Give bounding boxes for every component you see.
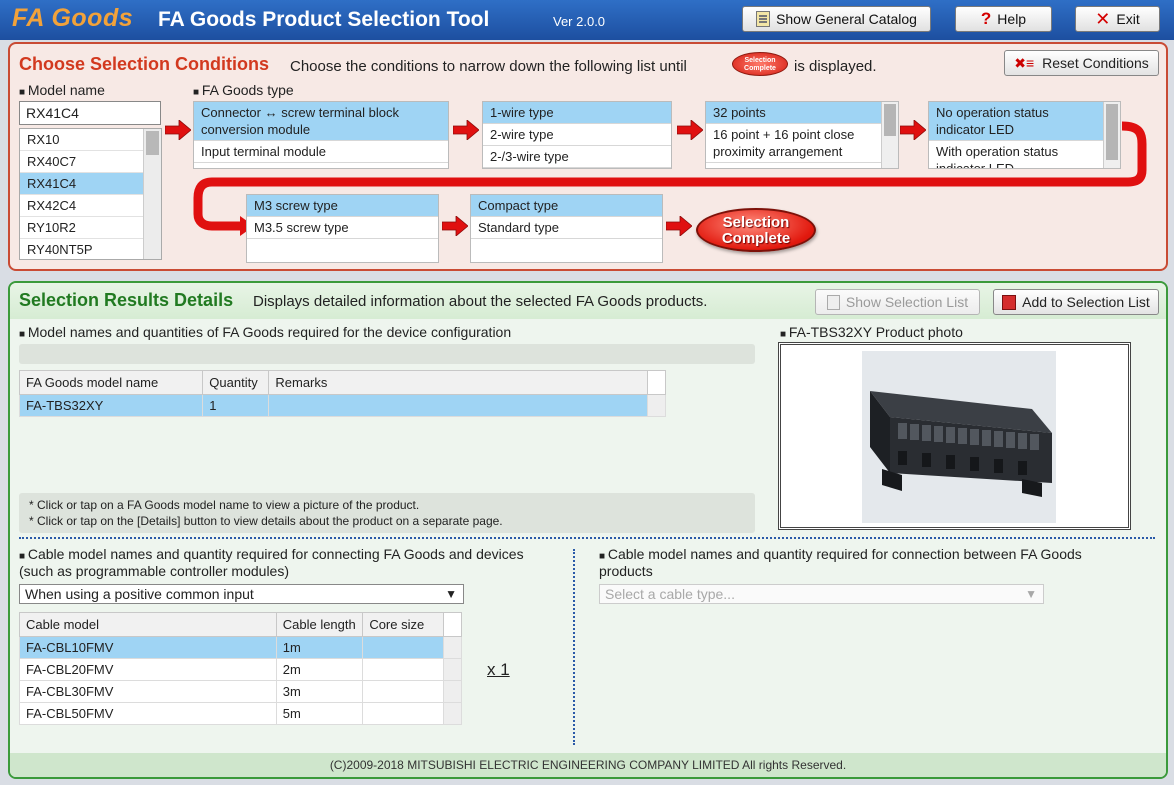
table-row[interactable]: FA-CBL50FMV 5m bbox=[19, 702, 463, 725]
list-icon bbox=[826, 294, 840, 310]
conditions-description: Choose the conditions to narrow down the… bbox=[290, 58, 687, 75]
reset-conditions-button[interactable]: ✖≡ Reset Conditions bbox=[1004, 50, 1159, 76]
selection-conditions-panel: Choose Selection Conditions Choose the c… bbox=[8, 42, 1168, 271]
results-title: Selection Results Details bbox=[19, 290, 234, 310]
column-header: Cable length bbox=[275, 612, 364, 637]
show-selection-list-button[interactable]: Show Selection List bbox=[815, 289, 980, 315]
arrow-right-icon bbox=[666, 216, 692, 236]
product-photo-label: FA-TBS32XY Product photo bbox=[780, 324, 963, 340]
option-standard[interactable]: Standard type bbox=[471, 217, 662, 239]
goods-model-cell[interactable]: FA-TBS32XY bbox=[18, 394, 204, 417]
cable-devices-label-2: (such as programmable controller modules… bbox=[19, 563, 289, 579]
results-header: Selection Results Details Displays detai… bbox=[10, 283, 1166, 319]
quantity-cell: 1 bbox=[202, 394, 270, 417]
column-header: Remarks bbox=[268, 370, 648, 395]
model-name-input[interactable]: RX41C4 bbox=[19, 101, 161, 125]
column-header: Core size bbox=[362, 612, 444, 637]
exit-label: Exit bbox=[1116, 11, 1140, 27]
table-row[interactable]: FA-CBL20FMV 2m bbox=[19, 658, 463, 681]
selection-complete-indicator: Selection Complete bbox=[696, 208, 816, 252]
model-list-scrollbar[interactable] bbox=[143, 129, 161, 259]
screw-type-list[interactable]: M3 screw type M3.5 screw type bbox=[246, 194, 439, 263]
product-photo-frame bbox=[778, 342, 1131, 530]
chevron-down-icon: ▼ bbox=[1025, 587, 1037, 601]
cable-devices-label: Cable model names and quantity required … bbox=[19, 546, 524, 562]
title-bar: FA Goods FA Goods Product Selection Tool… bbox=[0, 0, 1174, 40]
add-list-icon bbox=[1002, 294, 1017, 310]
model-name-label: Model name bbox=[19, 82, 105, 98]
app-version: Ver 2.0.0 bbox=[553, 14, 606, 29]
selection-results-panel: Selection Results Details Displays detai… bbox=[8, 281, 1168, 779]
option-compact[interactable]: Compact type bbox=[471, 195, 662, 217]
list-item[interactable]: RX42C4 bbox=[20, 195, 144, 217]
catalog-label: Show General Catalog bbox=[776, 11, 917, 27]
column-divider bbox=[573, 549, 575, 745]
question-icon: ? bbox=[980, 9, 992, 28]
between-goods-label-2: products bbox=[599, 563, 653, 579]
results-description: Displays detailed information about the … bbox=[253, 293, 708, 310]
close-icon: ✕ bbox=[1095, 8, 1111, 29]
required-goods-label: Model names and quantities of FA Goods r… bbox=[19, 324, 511, 340]
chevron-down-icon: ▼ bbox=[445, 587, 457, 601]
list-item-selected[interactable]: RX41C4 bbox=[20, 173, 144, 195]
table-row[interactable]: FA-CBL30FMV 3m bbox=[19, 680, 463, 703]
column-header: Cable model bbox=[19, 612, 277, 637]
list-item[interactable]: RY10R2 bbox=[20, 217, 144, 239]
reset-icon: ✖≡ bbox=[1014, 54, 1035, 71]
fa-goods-table: FA Goods model name Quantity Remarks FA-… bbox=[18, 370, 667, 417]
usage-notes: * Click or tap on a FA Goods model name … bbox=[19, 493, 755, 533]
column-header: Quantity bbox=[202, 370, 270, 395]
help-label: Help bbox=[997, 11, 1027, 27]
model-name-list[interactable]: RX10 RX40C7 RX41C4 RX42C4 RY10R2 RY40NT5… bbox=[19, 128, 162, 260]
section-divider bbox=[19, 537, 1155, 539]
option-m35-screw[interactable]: M3.5 screw type bbox=[247, 217, 438, 239]
reset-label: Reset Conditions bbox=[1042, 55, 1149, 71]
cable-type-select[interactable]: Select a cable type... ▼ bbox=[599, 584, 1044, 604]
between-goods-label: Cable model names and quantity required … bbox=[599, 546, 1082, 562]
cable-quantity-multiplier: x 1 bbox=[487, 660, 510, 679]
column-header: FA Goods model name bbox=[18, 370, 204, 395]
list-item[interactable]: RX10 bbox=[20, 129, 144, 151]
list-item[interactable]: RX40C7 bbox=[20, 151, 144, 173]
app-logo: FA Goods bbox=[12, 4, 134, 32]
arrow-right-icon bbox=[442, 216, 468, 236]
conditions-title: Choose Selection Conditions bbox=[19, 54, 270, 74]
table-row[interactable]: FA-TBS32XY 1 bbox=[18, 394, 667, 417]
exit-button[interactable]: ✕ Exit bbox=[1075, 6, 1160, 32]
conditions-description-end: is displayed. bbox=[794, 58, 877, 75]
cable-common-select[interactable]: When using a positive common input ▼ bbox=[19, 584, 464, 604]
add-to-selection-list-button[interactable]: Add to Selection List bbox=[993, 289, 1159, 315]
help-button[interactable]: ? Help bbox=[955, 6, 1052, 32]
copyright-footer: (C)2009-2018 MITSUBISHI ELECTRIC ENGINEE… bbox=[10, 753, 1166, 777]
cable-table: Cable model Cable length Core size FA-CB… bbox=[19, 612, 463, 725]
info-strip bbox=[19, 344, 755, 364]
option-m3-screw[interactable]: M3 screw type bbox=[247, 195, 438, 217]
selection-complete-badge-icon: Selection Complete bbox=[732, 52, 788, 76]
remarks-cell bbox=[268, 394, 648, 417]
show-general-catalog-button[interactable]: Show General Catalog bbox=[742, 6, 931, 32]
terminal-block-image bbox=[862, 351, 1056, 523]
catalog-icon bbox=[756, 11, 771, 27]
size-type-list[interactable]: Compact type Standard type bbox=[470, 194, 663, 263]
arrow-right-icon bbox=[165, 120, 191, 140]
product-photo bbox=[862, 351, 1056, 523]
fa-goods-type-label: FA Goods type bbox=[193, 82, 294, 98]
list-item[interactable]: RY40NT5P bbox=[20, 239, 144, 259]
table-row[interactable]: FA-CBL10FMV 1m bbox=[19, 636, 463, 659]
app-title: FA Goods Product Selection Tool bbox=[158, 8, 490, 31]
